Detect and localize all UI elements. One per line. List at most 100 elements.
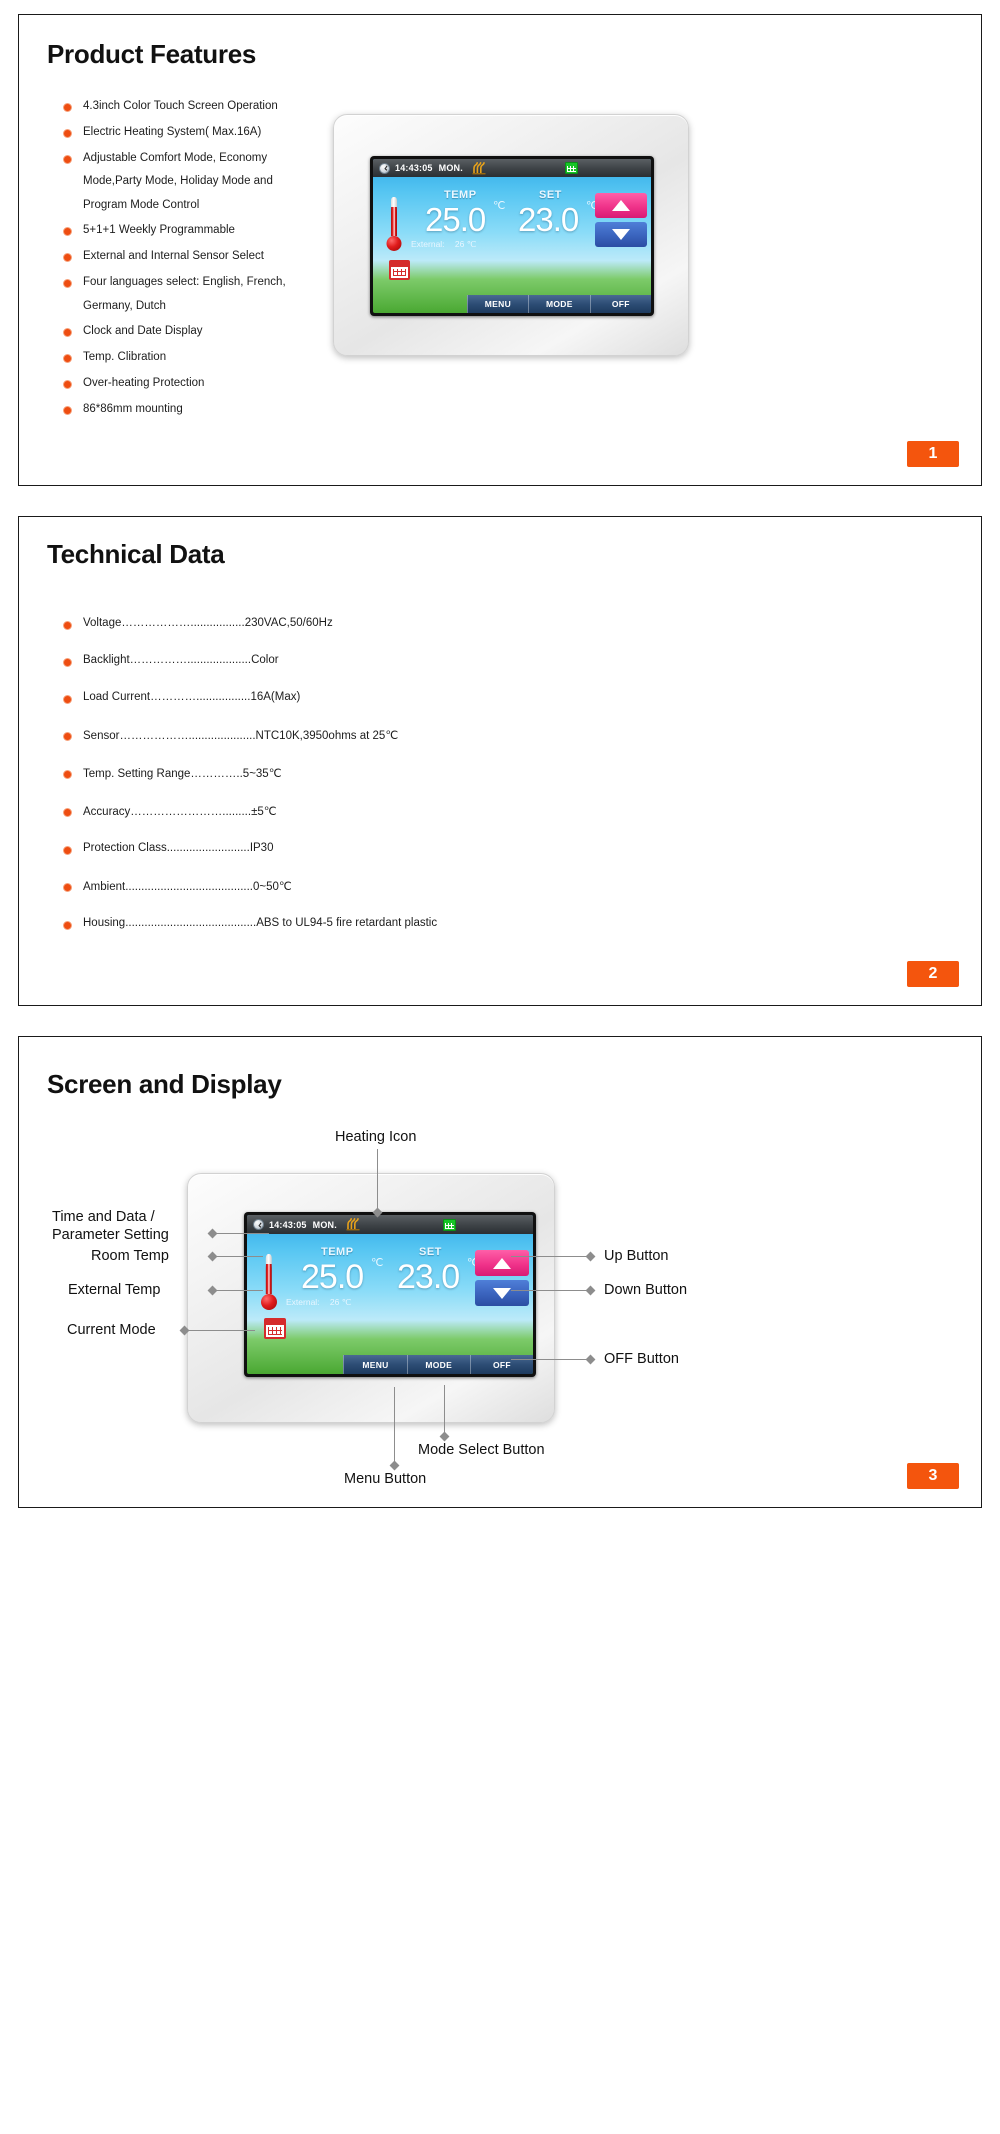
panel-number-badge: 2 (907, 961, 959, 987)
spec-label: Temp. Setting Range (83, 768, 191, 780)
room-temp-value: 25.0 (301, 1258, 364, 1296)
leader-dots: ........................................… (125, 917, 257, 929)
triangle-down-icon (493, 1287, 511, 1299)
triangle-up-icon (493, 1257, 511, 1269)
page-title-technical-data: Technical Data (47, 539, 225, 569)
off-button[interactable]: OFF (469, 1355, 533, 1374)
spec-value: Color (251, 654, 279, 666)
feature-text-continuation: Program Mode Control (83, 198, 200, 211)
external-temp-readout: External: 26 ℃ (411, 239, 476, 250)
spec-value: ABS to UL94-5 fire retardant plastic (256, 917, 438, 929)
room-temp-unit: ℃ (371, 1257, 384, 1269)
status-time: 14:43:05 (395, 163, 433, 173)
spec-value: 16A(Max) (250, 691, 301, 703)
feature-text: 86*86mm mounting (83, 403, 183, 415)
spec-line: Load Current………….................16A(Max… (83, 691, 300, 703)
list-item: Temp. Clibration (63, 350, 343, 364)
leader-dots: .......................... (166, 842, 250, 854)
bullet-icon (63, 621, 72, 630)
feature-text: Clock and Date Display (83, 325, 203, 338)
mode-button[interactable]: MODE (406, 1355, 470, 1374)
mode-button[interactable]: MODE (528, 295, 590, 313)
spec-line: Temp. Setting Range…………..5~35℃ (83, 766, 282, 780)
callout-marker (585, 1354, 596, 1365)
spec-line: Accuracy…………………….........±5℃ (83, 804, 277, 818)
bullet-icon (63, 103, 72, 112)
spec-line: Ambient.................................… (83, 879, 292, 893)
spec-label: Load Current (83, 691, 151, 703)
thermostat-device-diagram: 14:43:05 MON. TEMP 25.0 ℃ SET 23.0 ℃ Ext… (187, 1173, 555, 1423)
spec-line: Sensor……………….....................NTC10K,… (83, 728, 398, 742)
callout-marker (585, 1251, 596, 1262)
table-row: Housing.................................… (63, 917, 583, 930)
leader-line (187, 1330, 255, 1331)
external-temp-unit: ℃ (466, 239, 477, 249)
table-row: Load Current………….................16A(Max… (63, 691, 583, 704)
list-item: Four languages select: English, French, … (63, 275, 343, 313)
clock-icon (253, 1219, 264, 1230)
callout-marker (585, 1285, 596, 1296)
technical-data-list: Voltage……………….................230VAC,50/… (63, 617, 583, 954)
set-temp-value: 23.0 (397, 1258, 460, 1296)
bullet-icon (63, 253, 72, 263)
callout-heating-icon: Heating Icon (335, 1129, 417, 1145)
leader-line (215, 1256, 263, 1257)
spec-line: Backlight……………....................Color (83, 654, 279, 666)
bullet-icon (63, 354, 72, 364)
list-item: 86*86mm mounting (63, 402, 343, 416)
menu-button[interactable]: MENU (343, 1355, 407, 1374)
callout-down-button: Down Button (604, 1282, 688, 1298)
spec-value: 5~35℃ (242, 768, 282, 780)
leader-dots: …………................. (150, 691, 251, 703)
down-button[interactable] (595, 222, 647, 247)
bullet-icon (63, 883, 72, 892)
list-item: Electric Heating System( Max.16A) (63, 125, 343, 139)
status-day: MON. (312, 1219, 337, 1230)
list-item: Clock and Date Display (63, 324, 343, 338)
bullet-icon (63, 328, 72, 338)
spec-value: 230VAC,50/60Hz (244, 617, 333, 629)
off-button[interactable]: OFF (589, 295, 651, 313)
program-calendar-icon (442, 1218, 456, 1231)
external-temp-value: 26 (329, 1297, 340, 1307)
temp-label: TEMP (321, 1246, 354, 1258)
menu-button[interactable]: MENU (466, 295, 529, 313)
temp-label: TEMP (444, 189, 477, 201)
leader-line (215, 1290, 263, 1291)
current-mode-calendar-icon (264, 1318, 286, 1339)
spec-label: Sensor (83, 730, 120, 742)
device-screen: 14:43:05 MON. TEMP 25.0 ℃ SET 23.0 ℃ Ext… (373, 159, 651, 313)
external-temp-unit: ℃ (341, 1297, 352, 1307)
spec-value: NTC10K,3950ohms at 25℃ (255, 730, 399, 742)
callout-mode-select-button: Mode Select Button (418, 1442, 545, 1458)
current-mode-calendar-icon (389, 260, 410, 280)
device-bottom-button-bar: MENU MODE OFF (247, 1355, 533, 1374)
down-button[interactable] (475, 1280, 529, 1306)
feature-text: Adjustable Comfort Mode, Economy (83, 151, 268, 164)
leader-line (377, 1149, 378, 1211)
bullet-icon (63, 658, 72, 667)
up-button[interactable] (475, 1250, 529, 1276)
bullet-icon (63, 695, 72, 704)
device-bezel: 14:43:05 MON. TEMP 25.0 ℃ SET 23.0 ℃ Ext… (244, 1212, 536, 1377)
bullet-icon (63, 808, 72, 817)
table-row: Sensor……………….....................NTC10K,… (63, 728, 583, 742)
bullet-icon (63, 279, 72, 289)
room-temp-unit: ℃ (493, 200, 506, 212)
callout-off-button: OFF Button (604, 1351, 679, 1367)
bullet-icon (63, 921, 72, 930)
list-item: 4.3inch Color Touch Screen Operation (63, 99, 343, 113)
page-title-screen-display: Screen and Display (47, 1069, 282, 1099)
callout-external-temp: External Temp (68, 1282, 161, 1298)
spec-line: Voltage……………….................230VAC,50/… (83, 617, 333, 629)
room-temp-value: 25.0 (425, 201, 486, 238)
spec-label: Accuracy (83, 806, 131, 818)
spec-label: Ambient (83, 881, 126, 893)
leader-line (511, 1290, 589, 1291)
up-button[interactable] (595, 193, 647, 218)
callout-current-mode: Current Mode (67, 1322, 156, 1338)
status-day: MON. (438, 163, 463, 173)
product-features-list: 4.3inch Color Touch Screen Operation Ele… (63, 99, 343, 428)
feature-text: Over-heating Protection (83, 377, 205, 390)
list-item: Adjustable Comfort Mode, Economy Mode,Pa… (63, 151, 343, 212)
